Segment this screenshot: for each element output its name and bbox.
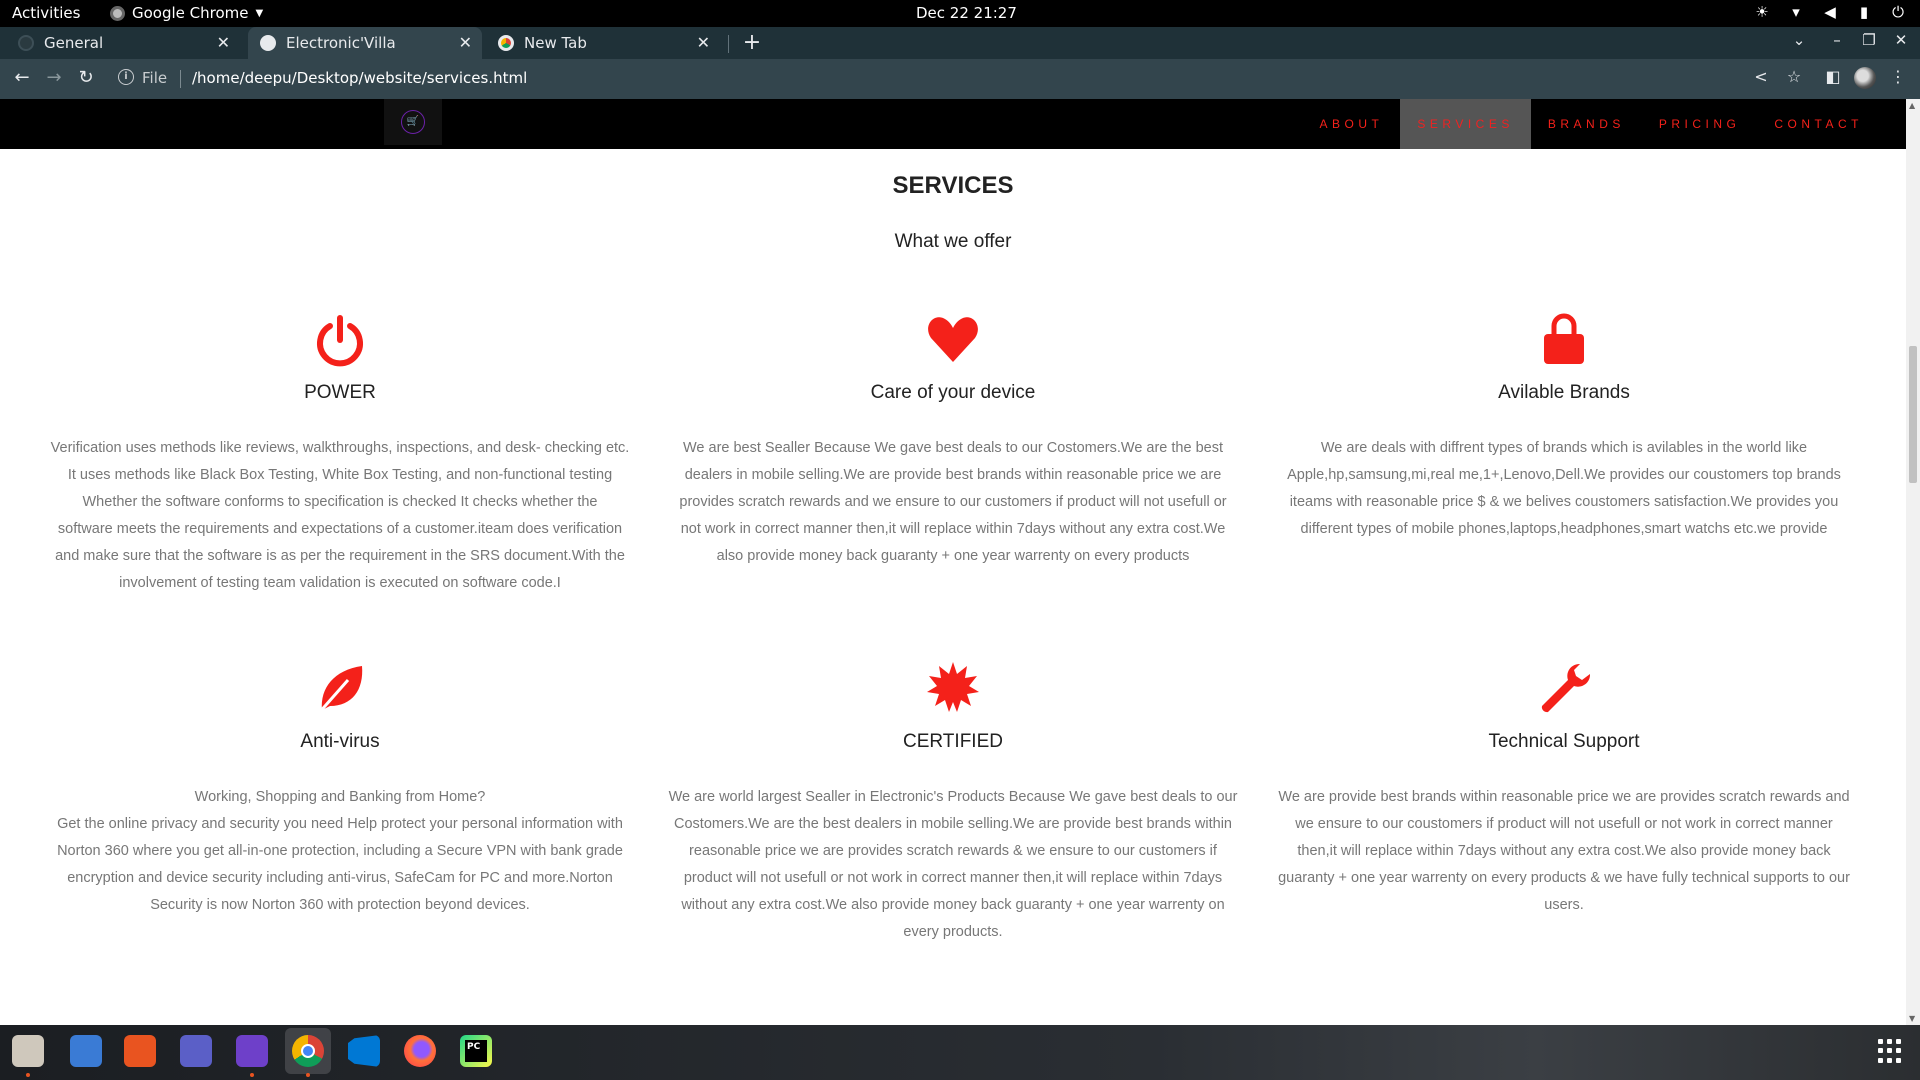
close-window-icon[interactable]: ✕ (1890, 31, 1912, 49)
caret-down-icon: ▼ (255, 7, 264, 19)
close-tab-icon[interactable]: ✕ (459, 33, 472, 52)
site-navbar: 🛒 ABOUT SERVICES BRANDS PRICING CONTACT (0, 99, 1906, 149)
cart-icon[interactable]: 🛒 (401, 110, 425, 134)
wifi-icon: ▾ (1792, 3, 1800, 21)
profile-avatar[interactable] (1854, 67, 1876, 89)
nav-pricing[interactable]: PRICING (1642, 99, 1758, 149)
reload-icon[interactable]: ↻ (74, 67, 98, 88)
power-icon (317, 315, 363, 367)
minimize-icon[interactable]: – (1826, 31, 1848, 49)
lock-icon (1544, 313, 1584, 364)
side-panel-icon[interactable]: ◧ (1823, 67, 1843, 86)
forward-icon[interactable]: → (42, 67, 66, 88)
service-description: We are best Sealler Because We gave best… (679, 440, 1227, 564)
brightness-icon: ☀ (1755, 3, 1769, 21)
leaf-icon (316, 666, 363, 715)
service-title: Anti-virus (300, 731, 380, 752)
chrome-icon[interactable] (285, 1028, 331, 1074)
running-indicator (306, 1073, 310, 1077)
pycharm-badge: PC (465, 1040, 487, 1062)
wrench-icon (1541, 663, 1591, 713)
maximize-icon[interactable]: ❐ (1858, 31, 1880, 49)
app-menu[interactable]: Google Chrome ▼ (110, 4, 263, 22)
pycharm-icon[interactable]: PC (460, 1035, 492, 1067)
share-icon[interactable]: < (1751, 67, 1771, 86)
tab-label: General (44, 34, 104, 52)
firefox-icon[interactable] (404, 1035, 436, 1067)
tab-new-tab[interactable]: New Tab ✕ (498, 27, 720, 59)
tab-strip: General ✕ Electronic'Villa ✕ New Tab ✕ +… (0, 27, 1920, 59)
activities-button[interactable]: Activities (12, 4, 80, 22)
chrome-icon (110, 5, 125, 21)
section-subtitle: What we offer (894, 231, 1012, 252)
heart-icon (928, 317, 978, 362)
certificate-icon (927, 662, 979, 712)
tab-general[interactable]: General ✕ (18, 27, 240, 59)
tab-label: New Tab (524, 34, 587, 52)
cart-area: 🛒 (384, 99, 442, 145)
nav-services[interactable]: SERVICES (1400, 99, 1531, 149)
scroll-up-icon[interactable]: ▲ (1909, 101, 1915, 110)
tab-separator (728, 35, 729, 53)
battery-icon: ▮ (1859, 3, 1869, 21)
chrome-favicon-icon (498, 35, 514, 51)
tab-label: Electronic'Villa (286, 34, 396, 52)
app-name: Google Chrome (132, 4, 249, 22)
power-menu-icon: ⏻ (1892, 3, 1904, 21)
software-center-icon[interactable] (124, 1035, 156, 1067)
scrollbar-thumb[interactable] (1909, 346, 1917, 483)
omnibox-divider (180, 70, 181, 88)
section-title: SERVICES (892, 172, 1014, 199)
globe-icon (260, 35, 276, 51)
nav-about[interactable]: ABOUT (1303, 99, 1401, 149)
nav-contact[interactable]: CONTACT (1757, 99, 1880, 149)
bookmark-star-icon[interactable]: ☆ (1784, 67, 1804, 86)
service-description: Verification uses methods like reviews, … (50, 440, 630, 591)
chrome-logo-center (301, 1044, 315, 1058)
teams-icon[interactable] (180, 1035, 212, 1067)
clock[interactable]: Dec 22 21:27 (916, 4, 1017, 22)
service-description: Working, Shopping and Banking from Home?… (57, 789, 623, 913)
nav-brands[interactable]: BRANDS (1531, 99, 1642, 149)
site-menu: ABOUT SERVICES BRANDS PRICING CONTACT (1303, 99, 1880, 149)
volume-icon: ◀ (1824, 3, 1836, 21)
back-icon[interactable]: ← (10, 67, 34, 88)
vscode-icon[interactable] (348, 1035, 380, 1067)
scroll-down-icon[interactable]: ▼ (1909, 1014, 1915, 1023)
service-description: We are deals with diffrent types of bran… (1287, 440, 1841, 537)
browser-toolbar: ← → ↻ i File /home/deepu/Desktop/website… (0, 59, 1920, 99)
service-description: We are provide best brands within reason… (1278, 789, 1850, 913)
tab-electronic-villa[interactable]: Electronic'Villa ✕ (248, 27, 482, 59)
dock: PC (0, 1025, 1920, 1080)
service-title: CERTIFIED (903, 731, 1003, 752)
menu-kebab-icon[interactable]: ⋮ (1888, 67, 1908, 86)
running-indicator (26, 1073, 30, 1077)
new-tab-button[interactable]: + (738, 30, 766, 55)
page-scrollbar[interactable]: ▲ ▼ (1906, 99, 1920, 1025)
info-icon[interactable]: i (118, 69, 134, 85)
service-title: Technical Support (1488, 731, 1640, 752)
files-icon[interactable] (12, 1035, 44, 1067)
github-desktop-icon[interactable] (236, 1035, 268, 1067)
page-viewport: 🛒 ABOUT SERVICES BRANDS PRICING CONTACT … (0, 99, 1920, 1025)
show-applications-icon[interactable] (1878, 1039, 1902, 1063)
system-tray[interactable]: ☀ ▾ ◀ ▮ ⏻ (1754, 3, 1906, 21)
service-description: We are world largest Sealler in Electron… (668, 789, 1238, 940)
tab-search-icon[interactable]: ⌄ (1788, 31, 1810, 49)
close-tab-icon[interactable]: ✕ (697, 33, 710, 52)
url-scheme: File (142, 69, 168, 87)
url-text[interactable]: /home/deepu/Desktop/website/services.htm… (192, 69, 527, 87)
running-indicator (250, 1073, 254, 1077)
service-title: POWER (304, 382, 376, 403)
close-tab-icon[interactable]: ✕ (217, 33, 230, 52)
address-bar[interactable]: i File /home/deepu/Desktop/website/servi… (108, 64, 1788, 94)
service-title: Care of your device (870, 382, 1036, 403)
text-editor-icon[interactable] (70, 1035, 102, 1067)
service-title: Avilable Brands (1498, 382, 1630, 403)
github-favicon-icon (18, 35, 34, 51)
system-top-bar: Activities Google Chrome ▼ Dec 22 21:27 … (0, 0, 1920, 27)
